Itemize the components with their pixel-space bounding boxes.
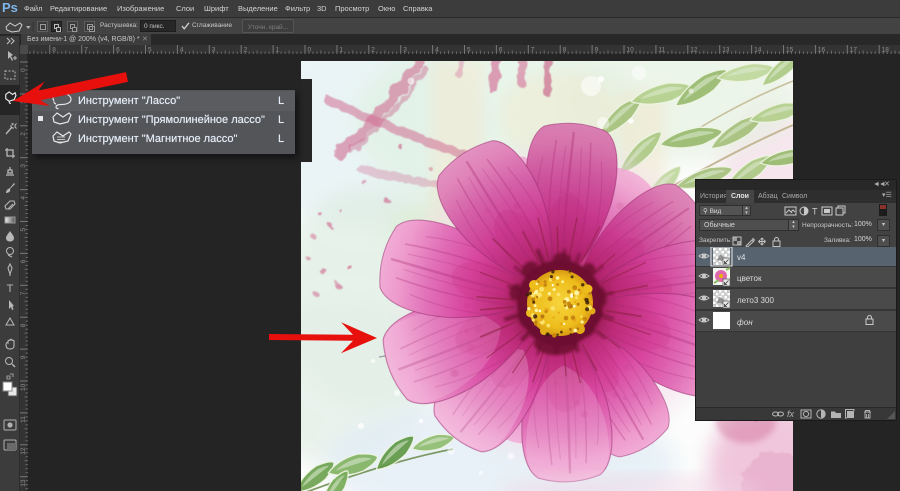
svg-text:T: T <box>7 283 14 295</box>
svg-text:T: T <box>812 207 818 217</box>
svg-text:fx: fx <box>787 409 795 419</box>
